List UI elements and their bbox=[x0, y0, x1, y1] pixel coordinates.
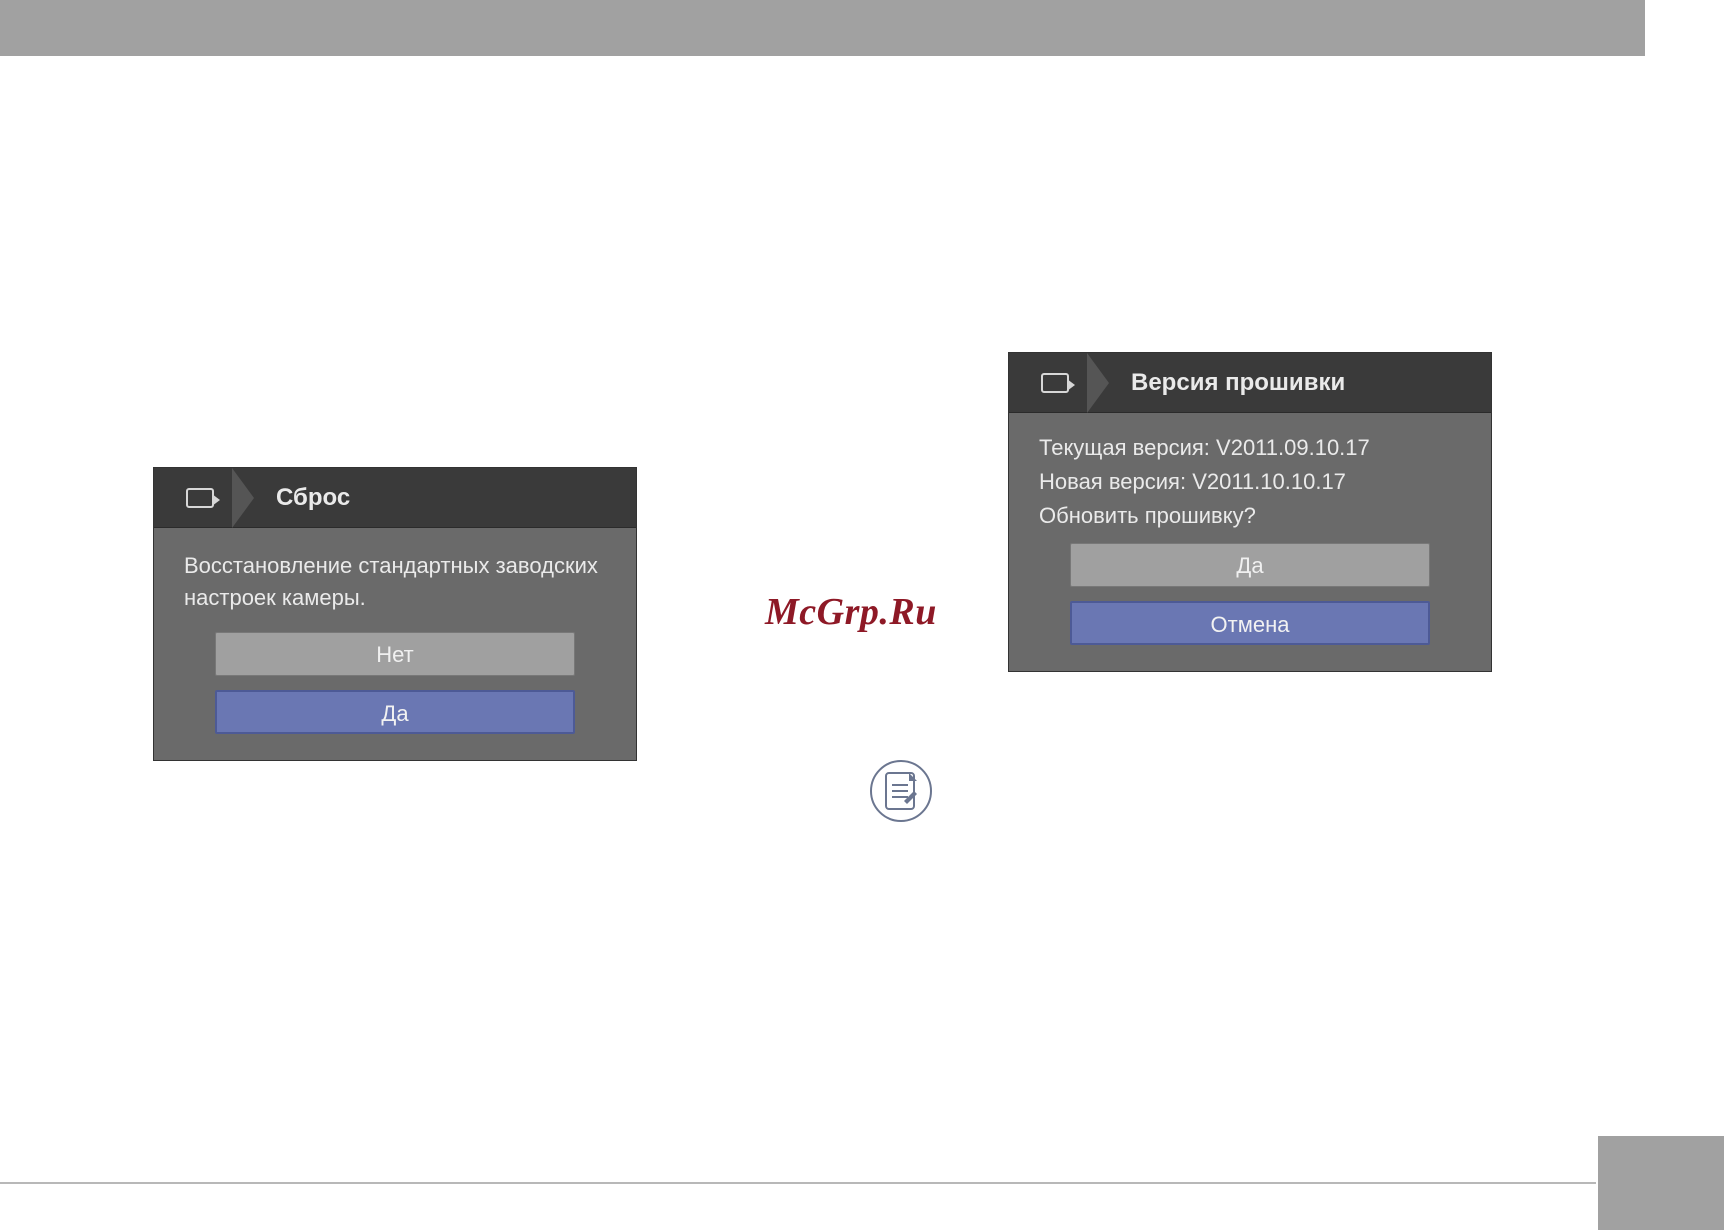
new-version-line: Новая версия: V2011.10.10.17 bbox=[1039, 469, 1461, 495]
no-button[interactable]: Нет bbox=[215, 632, 575, 676]
new-version-value: V2011.10.10.17 bbox=[1192, 469, 1346, 494]
dialog-reset-message: Восстановление стандартных заводских нас… bbox=[184, 550, 606, 614]
cancel-button[interactable]: Отмена bbox=[1070, 601, 1430, 645]
dialog-reset-body: Восстановление стандартных заводских нас… bbox=[154, 528, 636, 760]
current-version-line: Текущая версия: V2011.09.10.17 bbox=[1039, 435, 1461, 461]
camera-icon bbox=[1027, 353, 1083, 412]
new-version-label: Новая версия: bbox=[1039, 469, 1186, 494]
dialog-firmware-body: Текущая версия: V2011.09.10.17 Новая вер… bbox=[1009, 413, 1491, 671]
current-version-label: Текущая версия: bbox=[1039, 435, 1210, 460]
dialog-reset-header: Сброс bbox=[154, 468, 636, 528]
watermark-text: McGrp.Ru bbox=[765, 590, 937, 634]
update-question: Обновить прошивку? bbox=[1039, 503, 1461, 529]
dialog-firmware: Версия прошивки Текущая версия: V2011.09… bbox=[1008, 352, 1492, 672]
page-corner bbox=[1598, 1136, 1724, 1230]
camera-icon bbox=[172, 468, 228, 527]
dialog-firmware-title: Версия прошивки bbox=[1131, 369, 1345, 397]
chevron-right-icon bbox=[232, 468, 254, 528]
bottom-rule bbox=[0, 1182, 1596, 1184]
top-band bbox=[0, 0, 1645, 56]
dialog-reset: Сброс Восстановление стандартных заводск… bbox=[153, 467, 637, 761]
yes-button[interactable]: Да bbox=[215, 690, 575, 734]
dialog-firmware-header: Версия прошивки bbox=[1009, 353, 1491, 413]
chevron-right-icon bbox=[1087, 353, 1109, 413]
note-icon bbox=[870, 760, 932, 822]
yes-button[interactable]: Да bbox=[1070, 543, 1430, 587]
current-version-value: V2011.09.10.17 bbox=[1216, 435, 1370, 460]
dialog-reset-title: Сброс bbox=[276, 484, 350, 512]
